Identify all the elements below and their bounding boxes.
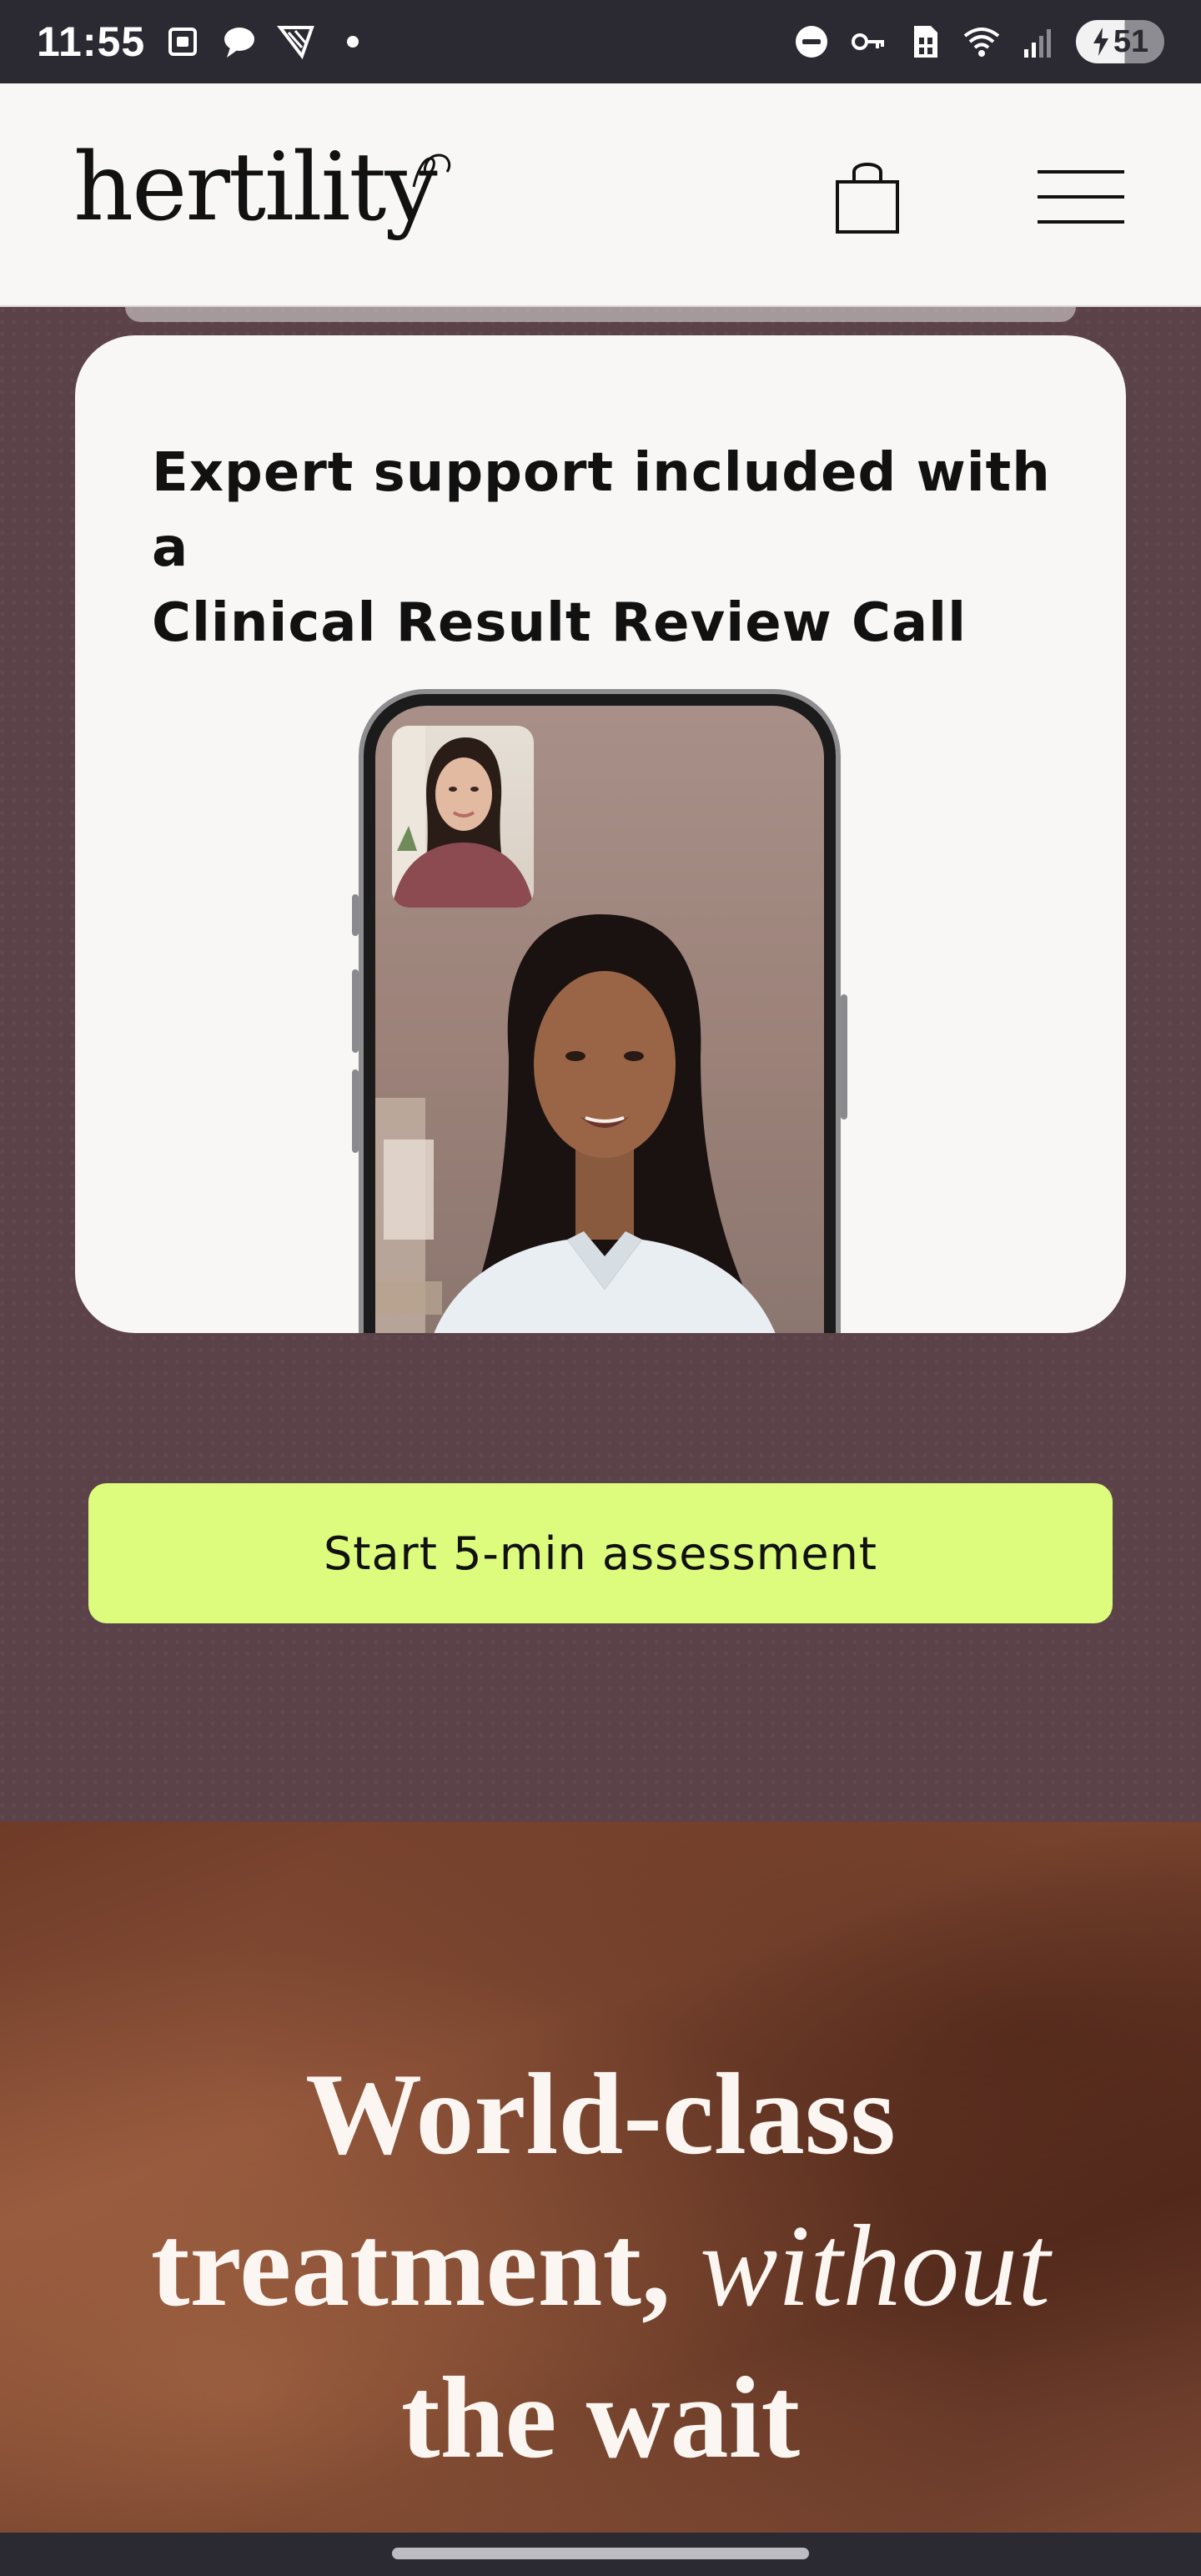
screenshot-icon: [163, 23, 202, 61]
patient-video-image: [392, 726, 534, 908]
hero-heading: World-class treatment, without the wait: [0, 2039, 1201, 2494]
phone-side-button: [841, 994, 847, 1119]
status-bar: 11:55 51: [0, 0, 1201, 83]
start-assessment-button[interactable]: Start 5-min assessment: [88, 1483, 1113, 1623]
cart-button[interactable]: [831, 155, 904, 239]
vpn-key-icon: [849, 23, 887, 61]
hertility-logo[interactable]: hertility: [73, 133, 438, 242]
self-view-thumbnail: [392, 726, 534, 908]
logo-swirl-icon: [412, 153, 451, 188]
card-title: Expert support included with a Clinical …: [152, 435, 1069, 661]
chat-bubble-icon: [220, 23, 259, 61]
status-right: 51: [792, 20, 1164, 63]
signal-icon: [1019, 23, 1058, 61]
do-not-disturb-icon: [792, 23, 831, 61]
hero-line-2: treatment, without: [0, 2191, 1201, 2342]
ryanair-icon: [277, 23, 315, 61]
battery-level: 51: [1113, 23, 1149, 59]
review-call-section: Expert support included with a Clinical …: [0, 307, 1201, 1822]
dot-icon: [334, 23, 372, 61]
battery-indicator: 51: [1076, 20, 1164, 63]
wifi-icon: [962, 23, 1001, 61]
hero-line-2-italic: without: [700, 2201, 1051, 2331]
card-title-line2: Clinical Result Review Call: [152, 592, 967, 654]
hero-line-2-plain: treatment,: [150, 2201, 701, 2331]
hero-line-1: World-class: [305, 2050, 896, 2179]
sim-icon: [906, 23, 944, 61]
phone-side-button: [352, 969, 359, 1053]
hero-line-3: the wait: [400, 2353, 801, 2483]
card-title-line1: Expert support included with a: [152, 442, 1051, 579]
screen: 11:55 51 hertility Expert support includ…: [0, 0, 1201, 2576]
site-header: hertility: [0, 83, 1201, 307]
phone-side-button: [352, 1069, 359, 1153]
battery-charging-icon: [1093, 28, 1108, 56]
video-call-screen: [375, 706, 824, 1333]
status-time: 11:55: [37, 18, 146, 65]
review-call-card: Expert support included with a Clinical …: [75, 335, 1126, 1333]
previous-card-edge: [125, 307, 1076, 322]
system-nav-bar: [0, 2533, 1201, 2576]
phone-side-button: [352, 894, 359, 936]
hamburger-menu-icon[interactable]: [1038, 167, 1124, 227]
phone-mockup: [352, 689, 847, 1333]
status-left: 11:55: [37, 18, 372, 66]
home-indicator[interactable]: [392, 2548, 809, 2559]
hero-section: World-class treatment, without the wait: [0, 1822, 1201, 2533]
